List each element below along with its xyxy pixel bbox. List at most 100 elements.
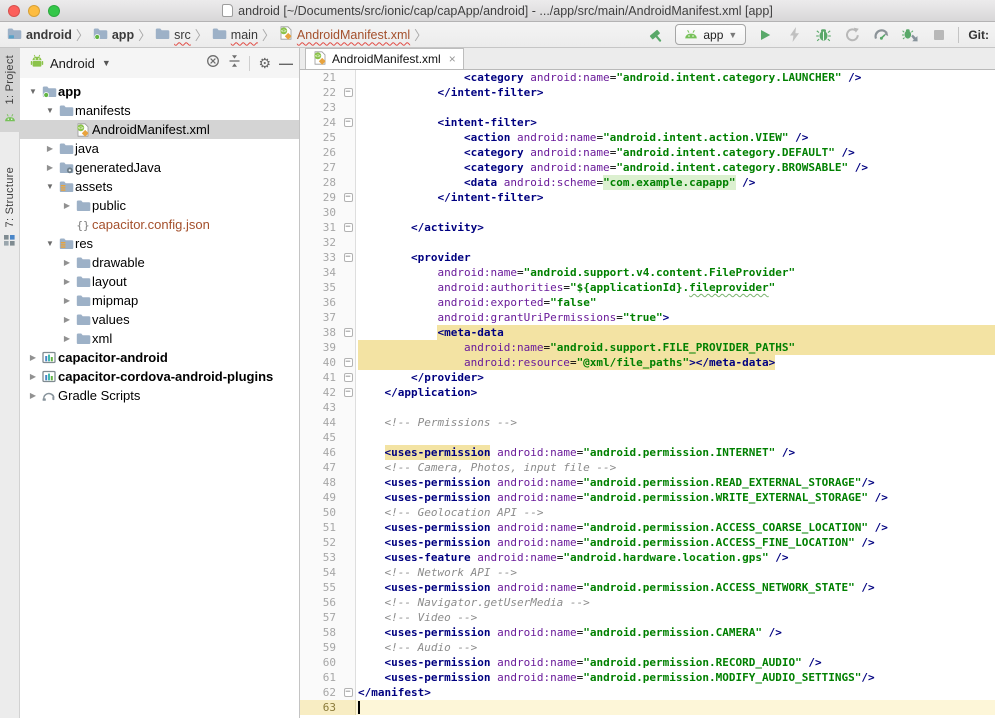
tree-item-mipmap[interactable]: ▶mipmap xyxy=(20,291,299,310)
code-text[interactable]: <category android:name="android.intent.c… xyxy=(356,145,995,160)
code-text[interactable] xyxy=(356,235,995,250)
code-line[interactable]: 37 android:grantUriPermissions="true"> xyxy=(300,310,995,325)
code-text[interactable]: </activity> xyxy=(356,220,995,235)
tree-item-layout[interactable]: ▶layout xyxy=(20,272,299,291)
code-line[interactable]: 30 xyxy=(300,205,995,220)
code-text[interactable]: <!-- Geolocation API --> xyxy=(356,505,995,520)
code-line[interactable]: 60 <uses-permission android:name="androi… xyxy=(300,655,995,670)
code-text[interactable]: <action android:name="android.intent.act… xyxy=(356,130,995,145)
code-line[interactable]: 55 <uses-permission android:name="androi… xyxy=(300,580,995,595)
code-text[interactable]: android:authorities="${applicationId}.fi… xyxy=(356,280,995,295)
code-text[interactable]: <!-- Navigator.getUserMedia --> xyxy=(356,595,995,610)
code-line[interactable]: 47 <!-- Camera, Photos, input file --> xyxy=(300,460,995,475)
code-text[interactable]: <!-- Audio --> xyxy=(356,640,995,655)
code-line[interactable]: 52 <uses-permission android:name="androi… xyxy=(300,535,995,550)
tree-item-assets[interactable]: ▼assets xyxy=(20,177,299,196)
tree-item-drawable[interactable]: ▶drawable xyxy=(20,253,299,272)
run-config-selector[interactable]: app ▼ xyxy=(675,24,746,45)
tree-item-xml[interactable]: ▶xml xyxy=(20,329,299,348)
code-text[interactable]: <uses-permission android:name="android.p… xyxy=(356,490,995,505)
breadcrumb-item-app[interactable]: app xyxy=(93,27,134,43)
code-editor[interactable]: 21 <category android:name="android.inten… xyxy=(300,70,995,718)
code-line[interactable]: 63 xyxy=(300,700,995,715)
code-text[interactable]: <uses-permission android:name="android.p… xyxy=(356,580,995,595)
coverage-button[interactable] xyxy=(842,25,862,45)
code-text[interactable]: android:resource="@xml/file_paths"></met… xyxy=(356,355,995,370)
tree-expand-icon[interactable]: ▶ xyxy=(43,163,57,172)
code-text[interactable]: <uses-permission android:name="android.p… xyxy=(356,475,995,490)
fold-marker-icon[interactable]: − xyxy=(344,118,353,127)
tab-androidmanifest[interactable]: <> AndroidManifest.xml × xyxy=(305,48,464,69)
code-line[interactable]: 36 android:exported="false" xyxy=(300,295,995,310)
tree-item-manifests[interactable]: ▼manifests xyxy=(20,101,299,120)
run-button[interactable] xyxy=(755,25,775,45)
code-line[interactable]: 21 <category android:name="android.inten… xyxy=(300,70,995,85)
code-line[interactable]: 39 android:name="android.support.FILE_PR… xyxy=(300,340,995,355)
hide-panel-icon[interactable]: — xyxy=(279,55,293,71)
tree-expand-icon[interactable]: ▼ xyxy=(43,182,57,191)
tree-item-java[interactable]: ▶java xyxy=(20,139,299,158)
code-line[interactable]: 51 <uses-permission android:name="androi… xyxy=(300,520,995,535)
tree-item-capacitor-android[interactable]: ▶capacitor-android xyxy=(20,348,299,367)
code-line[interactable]: 26 <category android:name="android.inten… xyxy=(300,145,995,160)
code-line[interactable]: 56 <!-- Navigator.getUserMedia --> xyxy=(300,595,995,610)
code-text[interactable]: </intent-filter> xyxy=(356,85,995,100)
code-line[interactable]: 49 <uses-permission android:name="androi… xyxy=(300,490,995,505)
code-text[interactable]: <uses-permission android:name="android.p… xyxy=(356,520,995,535)
close-tab-icon[interactable]: × xyxy=(449,52,456,66)
profiler-button[interactable] xyxy=(871,25,891,45)
code-line[interactable]: 25 <action android:name="android.intent.… xyxy=(300,130,995,145)
code-text[interactable]: <intent-filter> xyxy=(356,115,995,130)
code-line[interactable]: 32 xyxy=(300,235,995,250)
code-text[interactable]: <uses-permission android:name="android.p… xyxy=(356,535,995,550)
code-line[interactable]: 41− </provider> xyxy=(300,370,995,385)
breadcrumb-item-src[interactable]: src xyxy=(155,27,191,43)
view-selector[interactable]: Android xyxy=(50,56,95,71)
code-text[interactable]: android:grantUriPermissions="true"> xyxy=(356,310,995,325)
fold-marker-icon[interactable]: − xyxy=(344,688,353,697)
zoom-window-button[interactable] xyxy=(48,5,60,17)
tree-expand-icon[interactable]: ▼ xyxy=(43,106,57,115)
code-line[interactable]: 31− </activity> xyxy=(300,220,995,235)
tree-item-app[interactable]: ▼app xyxy=(20,82,299,101)
tree-expand-icon[interactable]: ▶ xyxy=(26,353,40,362)
code-text[interactable] xyxy=(356,400,995,415)
breadcrumb-item-androidmanifest-xml[interactable]: <>AndroidManifest.xml xyxy=(279,26,410,43)
structure-tool-button[interactable]: 7: Structure xyxy=(0,160,20,255)
code-text[interactable]: <!-- Camera, Photos, input file --> xyxy=(356,460,995,475)
fold-marker-icon[interactable]: − xyxy=(344,328,353,337)
code-line[interactable]: 59 <!-- Audio --> xyxy=(300,640,995,655)
code-line[interactable]: 50 <!-- Geolocation API --> xyxy=(300,505,995,520)
code-line[interactable]: 33− <provider xyxy=(300,250,995,265)
code-line[interactable]: 42− </application> xyxy=(300,385,995,400)
code-line[interactable]: 22− </intent-filter> xyxy=(300,85,995,100)
code-line[interactable]: 61 <uses-permission android:name="androi… xyxy=(300,670,995,685)
tree-expand-icon[interactable]: ▶ xyxy=(60,334,74,343)
collapse-all-icon[interactable] xyxy=(228,54,241,73)
code-text[interactable]: </intent-filter> xyxy=(356,190,995,205)
tree-expand-icon[interactable]: ▶ xyxy=(60,201,74,210)
code-text[interactable]: <uses-permission android:name="android.p… xyxy=(356,670,995,685)
fold-marker-icon[interactable]: − xyxy=(344,388,353,397)
tree-expand-icon[interactable]: ▶ xyxy=(60,315,74,324)
code-text[interactable]: </application> xyxy=(356,385,995,400)
tree-item-capacitor-cordova-android-plugins[interactable]: ▶capacitor-cordova-android-plugins xyxy=(20,367,299,386)
code-line[interactable]: 45 xyxy=(300,430,995,445)
apply-changes-button[interactable] xyxy=(784,25,804,45)
code-text[interactable]: <category android:name="android.intent.c… xyxy=(356,160,995,175)
breadcrumb-item-android[interactable]: android xyxy=(7,27,72,43)
code-line[interactable]: 54 <!-- Network API --> xyxy=(300,565,995,580)
fold-marker-icon[interactable]: − xyxy=(344,253,353,262)
code-text[interactable] xyxy=(356,205,995,220)
code-line[interactable]: 38− <meta-data xyxy=(300,325,995,340)
code-text[interactable]: android:name="android.support.FILE_PROVI… xyxy=(356,340,995,355)
code-line[interactable]: 43 xyxy=(300,400,995,415)
minimize-window-button[interactable] xyxy=(28,5,40,17)
debug-button[interactable] xyxy=(813,25,833,45)
fold-marker-icon[interactable]: − xyxy=(344,223,353,232)
code-line[interactable]: 24− <intent-filter> xyxy=(300,115,995,130)
code-text[interactable]: <category android:name="android.intent.c… xyxy=(356,70,995,85)
code-line[interactable]: 23 xyxy=(300,100,995,115)
code-text[interactable]: <meta-data xyxy=(356,325,995,340)
code-text[interactable]: <!-- Video --> xyxy=(356,610,995,625)
